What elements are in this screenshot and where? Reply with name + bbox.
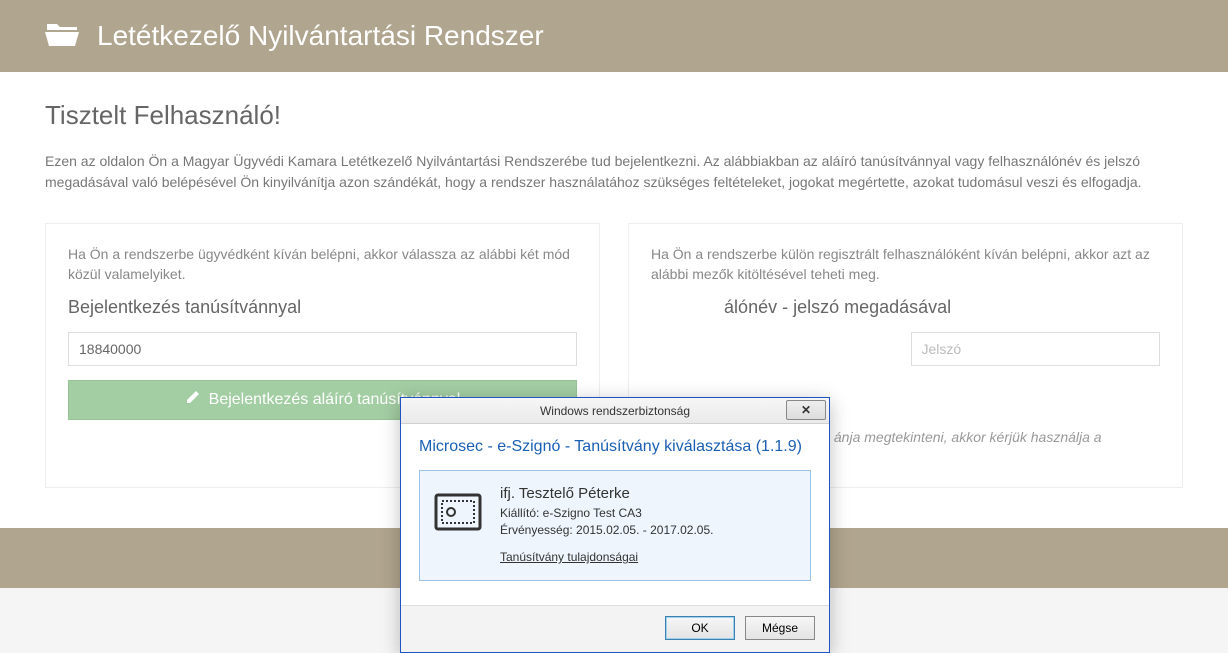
dialog-close-button[interactable]: ✕: [786, 400, 826, 420]
close-icon: ✕: [801, 403, 811, 417]
windows-security-dialog: Windows rendszerbiztonság ✕ Microsec - e…: [400, 397, 830, 653]
dialog-cancel-button[interactable]: Mégse: [745, 616, 815, 640]
dialog-button-row: OK Mégse: [401, 606, 829, 652]
cert-panel-subtitle: Bejelentkezés tanúsítvánnyal: [68, 297, 577, 318]
pencil-icon: [185, 389, 201, 410]
intro-text: Ezen az oldalon Ön a Magyar Ügyvédi Kama…: [45, 151, 1183, 193]
certificate-icon: [434, 491, 482, 533]
certificate-card[interactable]: ifj. Tesztelő Péterke Kiállító: e-Szigno…: [419, 470, 811, 581]
cert-panel-lead: Ha Ön a rendszerbe ügyvédként kíván belé…: [68, 244, 577, 285]
dialog-titlebar[interactable]: Windows rendszerbiztonság ✕: [401, 398, 829, 424]
cert-validity: Érvényesség: 2015.02.05. - 2017.02.05.: [500, 523, 714, 537]
userpass-panel-subtitle: Felhasználónév - jelszó megadásával: [651, 297, 1160, 318]
folder-icon: [45, 20, 97, 53]
password-input[interactable]: [911, 332, 1161, 366]
cert-name: ifj. Tesztelő Péterke: [500, 485, 714, 502]
page-title: Letétkezelő Nyilvántartási Rendszer: [97, 20, 544, 52]
cert-properties-link[interactable]: Tanúsítvány tulajdonságai: [500, 550, 638, 564]
dialog-ok-button[interactable]: OK: [665, 616, 735, 640]
userpass-panel-lead: Ha Ön a rendszerbe külön regisztrált fel…: [651, 244, 1160, 285]
cert-issuer: Kiállító: e-Szigno Test CA3: [500, 506, 714, 520]
cert-id-input[interactable]: [68, 332, 577, 366]
dialog-subtitle: Microsec - e-Szignó - Tanúsítvány kivála…: [419, 438, 811, 456]
greeting: Tisztelt Felhasználó!: [45, 100, 1183, 131]
page-content: Tisztelt Felhasználó! Ezen az oldalon Ön…: [0, 72, 1228, 528]
header-bar: Letétkezelő Nyilvántartási Rendszer: [0, 0, 1228, 72]
dialog-title: Windows rendszerbiztonság: [540, 404, 690, 418]
